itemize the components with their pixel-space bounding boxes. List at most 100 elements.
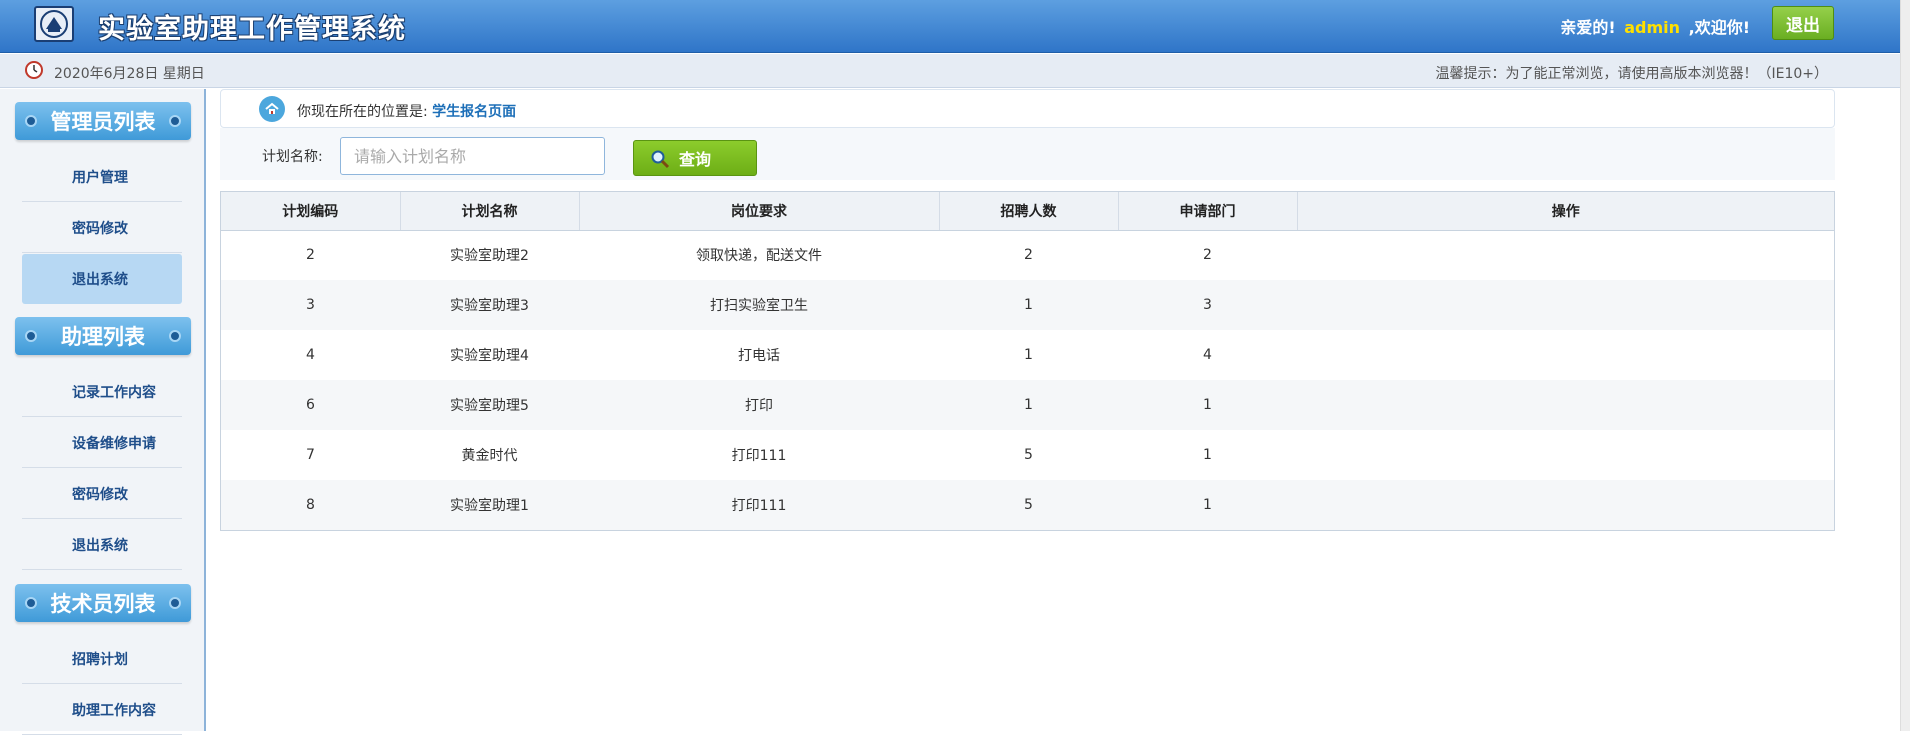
apply-link[interactable]: 报名 [1552, 406, 1578, 421]
search-button-label: 查询 [679, 150, 712, 169]
table-row: 7 黄金时代 打印111 5 1 [221, 430, 1834, 480]
table-row: 4 实验室助理4 打电话 1 4 [221, 330, 1834, 380]
breadcrumb-text: 你现在所在的位置是: 学生报名页面 [297, 101, 516, 121]
cell-code: 4 [306, 347, 315, 363]
bullet-icon [25, 597, 37, 609]
cell-requirement: 打印 [579, 380, 939, 430]
search-input[interactable] [340, 137, 605, 175]
cell-count: 1 [939, 380, 1118, 430]
app-header: 实验室助理工作管理系统 亲爱的! admin ,欢迎你! 退出 [0, 0, 1900, 53]
cell-department: 1 [1203, 447, 1212, 463]
breadcrumb: 你现在所在的位置是: 学生报名页面 [220, 89, 1835, 128]
cell-operation: 报名 [1297, 480, 1834, 530]
university-logo-icon [40, 10, 68, 38]
column-header: 操作 [1297, 192, 1834, 231]
bullet-icon [169, 330, 181, 342]
info-bar: 2020年6月28日 星期日 温馨提示：为了能正常浏览，请使用高版本浏览器！（I… [0, 54, 1900, 88]
sidebar-item-assistant-work[interactable]: 助理工作内容 [22, 685, 182, 735]
sidebar-group-technician[interactable]: 技术员列表 [15, 584, 191, 622]
cell-count: 5 [939, 480, 1118, 530]
cell-requirement: 打电话 [738, 348, 780, 364]
app-title: 实验室助理工作管理系统 [98, 14, 406, 45]
sidebar-item-recruit-plan[interactable]: 招聘计划 [22, 634, 182, 684]
group-title-label: 助理列表 [61, 325, 145, 349]
cell-department: 3 [1118, 280, 1297, 330]
cell-count: 1 [939, 280, 1118, 330]
clock-icon [25, 61, 43, 79]
cell-department: 2 [1203, 247, 1212, 264]
group-title-label: 技术员列表 [50, 592, 156, 616]
cell-code: 8 [221, 480, 400, 530]
table-row: 8 实验室助理1 打印111 5 1 报名 [221, 480, 1834, 530]
column-header: 申请部门 [1118, 192, 1298, 231]
apply-link[interactable]: 报名 [1552, 306, 1578, 321]
cell-name: 实验室助理4 [450, 348, 529, 364]
column-header: 岗位要求 [579, 192, 940, 231]
sidebar-item-user-management[interactable]: 用户管理 [22, 152, 182, 202]
vertical-scrollbar[interactable] [1900, 0, 1910, 731]
sidebar-group-admin[interactable]: 管理员列表 [15, 102, 191, 140]
cell-requirement: 领取快递，配送文件 [696, 248, 822, 265]
home-icon [259, 96, 285, 122]
table-header-row: 计划编码 计划名称 岗位要求 招聘人数 申请部门 操作 [221, 192, 1834, 231]
bullet-icon [169, 115, 181, 127]
cell-code: 3 [221, 280, 400, 330]
cell-requirement: 打扫实验室卫生 [579, 280, 939, 330]
group-title-label: 管理员列表 [50, 110, 156, 134]
cell-code: 2 [306, 247, 315, 264]
cell-name: 黄金时代 [461, 448, 518, 464]
sidebar-item-record-work[interactable]: 记录工作内容 [22, 367, 182, 417]
bullet-icon [25, 330, 37, 342]
cell-name: 实验室助理3 [400, 280, 579, 330]
sidebar-item-logout[interactable]: 退出系统 [22, 254, 182, 304]
search-label: 计划名称: [262, 149, 323, 165]
breadcrumb-prefix: 你现在所在的位置是: [297, 104, 428, 120]
cell-department: 1 [1118, 380, 1297, 430]
table-row: 6 实验室助理5 打印 1 1 报名 [221, 380, 1834, 430]
cell-name: 实验室助理1 [400, 480, 579, 530]
cell-code: 7 [306, 447, 315, 463]
cell-operation [1297, 230, 1834, 280]
apply-link[interactable]: 报名 [1552, 506, 1578, 521]
cell-requirement: 打印111 [579, 480, 939, 530]
column-header: 计划名称 [400, 192, 580, 231]
cell-count: 1 [1024, 347, 1033, 363]
search-button[interactable]: 查询 [633, 140, 757, 176]
browser-tip: 温馨提示：为了能正常浏览，请使用高版本浏览器！（IE10+） [1435, 66, 1828, 82]
cell-operation [1297, 330, 1834, 380]
table-row: 2 实验室助理2 领取快递，配送文件 2 2 [221, 230, 1834, 280]
cell-code: 6 [221, 380, 400, 430]
bullet-icon [25, 115, 37, 127]
cell-operation [1297, 430, 1834, 480]
cell-department: 4 [1203, 347, 1212, 363]
column-header: 计划编码 [221, 192, 401, 231]
cell-count: 5 [1024, 447, 1033, 463]
search-icon [651, 150, 670, 169]
bullet-icon [169, 597, 181, 609]
sidebar-item-password-change-2[interactable]: 密码修改 [22, 469, 182, 519]
cell-requirement: 打印111 [731, 448, 787, 464]
current-date: 2020年6月28日 星期日 [54, 66, 205, 82]
cell-name: 实验室助理5 [400, 380, 579, 430]
table-row: 3 实验室助理3 打扫实验室卫生 1 3 报名 [221, 280, 1834, 330]
sidebar-group-assistant[interactable]: 助理列表 [15, 317, 191, 355]
greeting-suffix: ,欢迎你! [1688, 18, 1750, 37]
sidebar-item-logout-2[interactable]: 退出系统 [22, 520, 182, 570]
greeting: 亲爱的! admin ,欢迎你! [1560, 14, 1750, 38]
search-bar: 计划名称: [220, 128, 1835, 180]
cell-operation: 报名 [1297, 380, 1834, 430]
cell-department: 1 [1118, 480, 1297, 530]
sidebar: 管理员列表 用户管理 密码修改 退出系统 助理列表 记录工作内容 设备维修申请 … [0, 89, 206, 735]
logout-button[interactable]: 退出 [1772, 6, 1834, 40]
recruit-table: 计划编码 计划名称 岗位要求 招聘人数 申请部门 操作 2 实验室助理2 领取快… [220, 191, 1835, 531]
column-header: 招聘人数 [939, 192, 1119, 231]
breadcrumb-current[interactable]: 学生报名页面 [432, 104, 516, 120]
cell-operation: 报名 [1297, 280, 1834, 330]
logo [34, 6, 74, 42]
sidebar-item-password-change[interactable]: 密码修改 [22, 203, 182, 253]
sidebar-item-repair-request[interactable]: 设备维修申请 [22, 418, 182, 468]
cell-count: 2 [1024, 247, 1033, 264]
greeting-prefix: 亲爱的! [1560, 18, 1616, 37]
cell-name: 实验室助理2 [450, 248, 529, 265]
username: admin [1624, 18, 1681, 37]
